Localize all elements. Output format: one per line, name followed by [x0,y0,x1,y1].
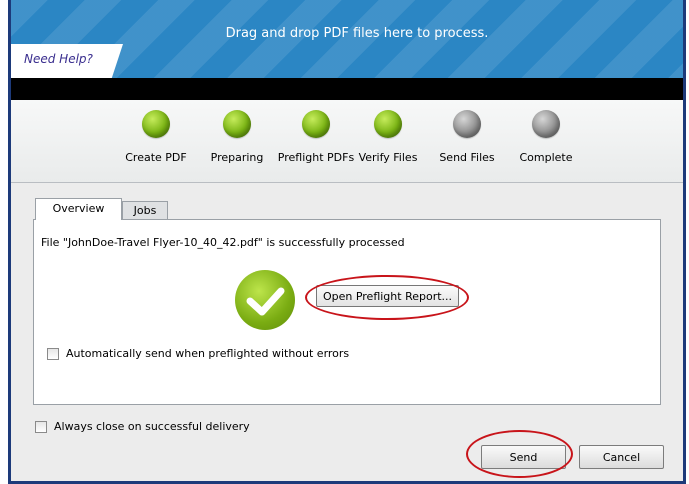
auto-send-label: Automatically send when preflighted with… [66,347,350,360]
auto-send-option[interactable]: Automatically send when preflighted with… [47,347,349,360]
job-dialog: Overview Jobs File "JohnDoe-Travel Flyer… [11,183,683,481]
progress-steps: Create PDF Preparing Preflight PDFs Veri… [11,100,683,183]
status-message: File "JohnDoe-Travel Flyer-10_40_42.pdf"… [41,236,405,249]
step-status-icon [142,110,170,138]
cancel-button[interactable]: Cancel [579,445,664,469]
step-label: Verify Files [358,151,418,164]
always-close-checkbox[interactable] [35,420,47,433]
step-status-icon [374,110,402,138]
tab-jobs[interactable]: Jobs [122,201,168,219]
step-create-pdf: Create PDF [111,110,201,164]
app-window: Drag and drop PDF files here to process.… [0,0,689,484]
tab-overview[interactable]: Overview [35,198,122,220]
step-preparing: Preparing [192,110,282,164]
help-link[interactable]: Need Help? [24,52,93,66]
step-status-icon [223,110,251,138]
annotation-circle-send [466,430,573,478]
always-close-option[interactable]: Always close on successful delivery [35,420,250,433]
header-divider-bar [11,78,683,100]
step-complete: Complete [501,110,591,164]
step-send-files: Send Files [422,110,512,164]
step-label: Create PDF [125,151,187,164]
step-status-icon [302,110,330,138]
step-verify-files: Verify Files [343,110,433,164]
step-status-icon [532,110,560,138]
auto-send-checkbox[interactable] [47,347,59,360]
step-label: Send Files [439,151,495,164]
overview-panel: File "JohnDoe-Travel Flyer-10_40_42.pdf"… [33,219,661,405]
window-border-right [683,0,686,484]
step-label: Preparing [210,151,264,164]
drop-zone-text: Drag and drop PDF files here to process. [225,26,489,41]
step-label: Complete [519,151,573,164]
always-close-label: Always close on successful delivery [54,420,250,433]
success-check-icon [235,270,295,330]
step-status-icon [453,110,481,138]
annotation-circle-report [305,275,469,320]
